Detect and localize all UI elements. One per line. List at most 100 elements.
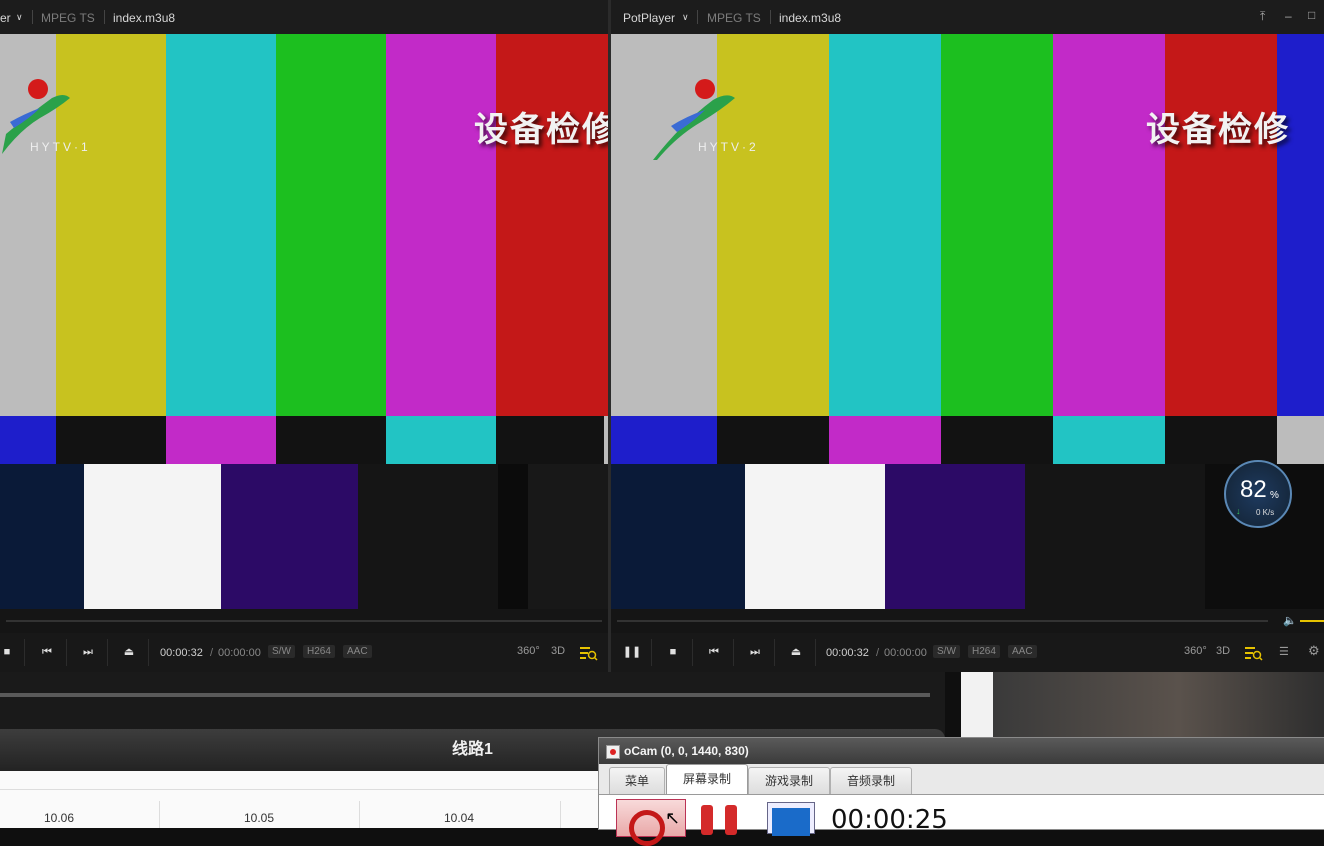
table-cell: 10.05	[244, 811, 275, 825]
pause-icon[interactable]: ❚❚	[622, 643, 642, 661]
playlist-search-icon[interactable]	[580, 645, 598, 661]
volume-slider[interactable]	[1300, 620, 1324, 622]
app-menu-label[interactable]: PotPlayer	[623, 11, 675, 25]
overlay-caption: 设备检修	[1146, 110, 1290, 150]
left-player: er ∨ MPEG TS index.m3u8 HYTV·1 设备检修 ■ ⏮ …	[0, 0, 608, 672]
pin-icon[interactable]: ⤒	[1260, 9, 1265, 24]
3d-icon[interactable]: 3D	[551, 645, 565, 657]
previous-icon[interactable]: ⏮	[704, 643, 724, 661]
table-cell: 10.06	[44, 811, 75, 825]
record-button[interactable]: ↖	[616, 799, 686, 846]
column-divider	[159, 801, 160, 828]
tab-game-record[interactable]: 游戏录制	[748, 767, 830, 795]
volume-icon[interactable]: 🔈	[1283, 614, 1297, 627]
total-time: 00:00:00	[884, 647, 927, 659]
sw-badge[interactable]: S/W	[268, 645, 295, 658]
video-area[interactable]: HYTV·2 设备检修 82 % ↓ 0 K/s	[611, 34, 1324, 609]
stop-icon[interactable]: ■	[663, 643, 683, 661]
divider	[692, 639, 693, 666]
left-controls: ■ ⏮ ⏭ ⏏ 00:00:32 / 00:00:00 S/W H264 AAC…	[0, 633, 608, 672]
column-divider	[359, 801, 360, 828]
previous-icon[interactable]: ⏮	[37, 643, 57, 661]
360-icon[interactable]: 360°	[1184, 645, 1207, 657]
divider	[815, 639, 816, 666]
filename-label: index.m3u8	[779, 11, 842, 25]
current-time: 00:00:32	[160, 647, 203, 659]
right-player: PotPlayer ∨ MPEG TS index.m3u8 ⤒ – □ HYT…	[611, 0, 1324, 672]
format-label: MPEG TS	[707, 11, 761, 25]
divider	[66, 639, 67, 666]
divider	[148, 639, 149, 666]
sw-badge[interactable]: S/W	[933, 645, 960, 658]
ocam-title: oCam (0, 0, 1440, 830)	[624, 744, 749, 758]
channel-logo-text: HYTV·1	[30, 140, 91, 154]
divider	[32, 10, 33, 24]
table-cell: 10.04	[444, 811, 475, 825]
gear-icon[interactable]: ⚙	[1308, 643, 1320, 659]
video-area[interactable]: HYTV·1 设备检修	[0, 34, 608, 609]
codec-badge[interactable]: H264	[303, 645, 335, 658]
filename-label: index.m3u8	[113, 11, 176, 25]
ocam-panel: ↖ 00:00:25	[599, 794, 1324, 846]
network-speed-widget[interactable]: 82 % ↓ 0 K/s	[1224, 460, 1292, 528]
tab-screen-record[interactable]: 屏幕录制	[666, 764, 748, 795]
playlist-search-icon[interactable]	[1245, 645, 1263, 661]
tab-audio-record[interactable]: 音频录制	[830, 767, 912, 795]
progress-track[interactable]	[0, 693, 930, 697]
divider	[770, 10, 771, 24]
divider	[24, 639, 25, 666]
overlay-caption: 设备检修	[474, 110, 608, 150]
divider	[104, 10, 105, 24]
list-icon[interactable]: ☰	[1279, 645, 1289, 658]
audio-badge[interactable]: AAC	[1008, 645, 1037, 658]
seek-bar[interactable]	[0, 609, 608, 633]
eject-icon[interactable]: ⏏	[119, 643, 139, 661]
maximize-icon[interactable]: □	[1308, 8, 1315, 22]
eject-icon[interactable]: ⏏	[786, 643, 806, 661]
background-photo	[961, 672, 1324, 737]
divider	[107, 639, 108, 666]
divider	[774, 639, 775, 666]
total-time: 00:00:00	[218, 647, 261, 659]
right-player-titlebar[interactable]: PotPlayer ∨ MPEG TS index.m3u8 ⤒ – □	[611, 0, 1324, 35]
pause-icon	[725, 805, 737, 835]
chevron-down-icon[interactable]: ∨	[682, 12, 689, 23]
right-controls: ❚❚ ■ ⏮ ⏭ ⏏ 00:00:32 / 00:00:00 S/W H264 …	[611, 633, 1324, 672]
record-timer: 00:00:25	[831, 805, 948, 835]
seek-bar[interactable]: 🔈	[611, 609, 1324, 633]
codec-badge[interactable]: H264	[968, 645, 1000, 658]
cursor-icon: ↖	[665, 808, 681, 828]
download-arrow-icon: ↓	[1236, 506, 1241, 516]
3d-icon[interactable]: 3D	[1216, 645, 1230, 657]
audio-badge[interactable]: AAC	[343, 645, 372, 658]
speed-rate: 0 K/s	[1256, 508, 1275, 517]
channel-logo-text: HYTV·2	[698, 140, 759, 154]
stop-button[interactable]	[767, 802, 815, 836]
tab-menu[interactable]: 菜单	[609, 767, 665, 795]
left-player-titlebar[interactable]: er ∨ MPEG TS index.m3u8	[0, 0, 608, 35]
player-divider	[608, 0, 611, 672]
chevron-down-icon[interactable]: ∨	[16, 12, 23, 23]
time-separator: /	[210, 647, 214, 659]
minimize-icon[interactable]: –	[1285, 9, 1292, 23]
ocam-window: oCam (0, 0, 1440, 830) 菜单 屏幕录制 游戏录制 音频录制…	[598, 737, 1324, 846]
next-icon[interactable]: ⏭	[745, 643, 765, 661]
app-menu-label[interactable]: er	[0, 11, 11, 25]
stop-icon	[772, 808, 810, 836]
next-icon[interactable]: ⏭	[78, 643, 98, 661]
pause-icon	[701, 805, 713, 835]
pause-button[interactable]	[701, 805, 739, 835]
speed-percent-sign: %	[1270, 490, 1279, 501]
ocam-titlebar[interactable]: oCam (0, 0, 1440, 830)	[599, 738, 1324, 764]
speed-percent: 82	[1240, 476, 1267, 503]
record-icon	[629, 810, 665, 846]
format-label: MPEG TS	[41, 11, 95, 25]
stop-icon[interactable]: ■	[0, 643, 17, 661]
column-divider	[560, 801, 561, 828]
360-icon[interactable]: 360°	[517, 645, 540, 657]
ocam-app-icon	[606, 745, 620, 759]
divider	[733, 639, 734, 666]
divider	[697, 10, 698, 24]
divider	[651, 639, 652, 666]
time-separator: /	[876, 647, 880, 659]
